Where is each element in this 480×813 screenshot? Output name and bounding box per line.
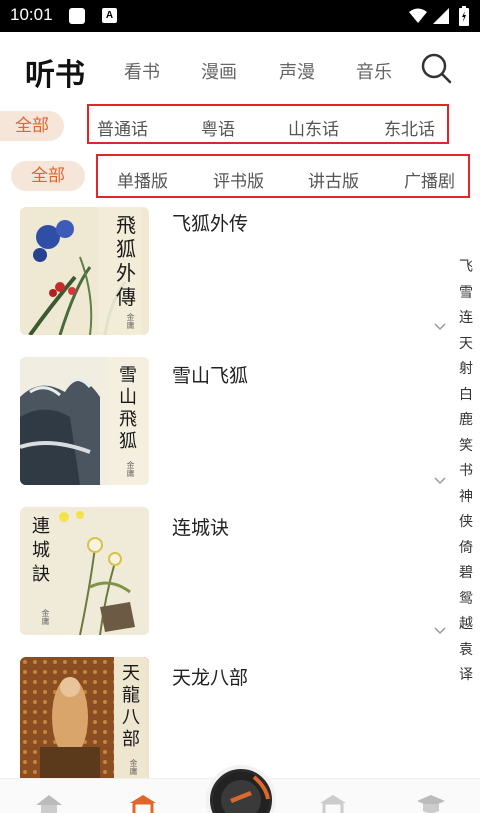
- vinyl-icon: [213, 772, 270, 813]
- chevron-down-icon[interactable]: [433, 321, 447, 331]
- home-pavilion-icon[interactable]: [34, 793, 64, 813]
- index-item[interactable]: 倚: [455, 536, 477, 562]
- tab-listen[interactable]: 听书: [25, 50, 85, 94]
- battery-icon: [459, 6, 469, 26]
- cover-signature: 金庸: [126, 461, 135, 477]
- cover-signature: 金庸: [126, 313, 135, 329]
- index-item[interactable]: 神: [455, 485, 477, 511]
- index-item[interactable]: 飞: [455, 255, 477, 281]
- language-filter: 全部 普通话 粤语 山东话 东北话: [0, 104, 480, 148]
- listen-shelf-icon[interactable]: [128, 793, 158, 813]
- book-cover[interactable]: 連城訣 金庸: [20, 507, 149, 635]
- library-icon[interactable]: [318, 793, 348, 813]
- search-icon[interactable]: [420, 52, 452, 84]
- cover-calligraphy: 雪山飛狐: [119, 365, 137, 452]
- book-cover[interactable]: 雪山飛狐 金庸: [20, 357, 149, 485]
- language-all-pill[interactable]: 全部: [0, 111, 64, 141]
- wifi-icon: [409, 8, 427, 23]
- notification-icon: [69, 8, 85, 24]
- index-item[interactable]: 侠: [455, 510, 477, 536]
- index-item[interactable]: 鸳: [455, 587, 477, 613]
- status-bar: 10:01 A: [0, 0, 480, 32]
- index-item[interactable]: 鹿: [455, 408, 477, 434]
- index-item[interactable]: 越: [455, 612, 477, 638]
- index-item[interactable]: 译: [455, 663, 477, 689]
- profile-graduation-icon[interactable]: [416, 793, 446, 813]
- book-cover[interactable]: 飛狐外傳 金庸: [20, 207, 149, 335]
- index-item[interactable]: 碧: [455, 561, 477, 587]
- status-time: 10:01: [10, 5, 53, 24]
- index-item[interactable]: 笑: [455, 434, 477, 460]
- edition-option-radio-drama[interactable]: 广播剧: [404, 167, 455, 192]
- index-item[interactable]: 白: [455, 383, 477, 409]
- cover-calligraphy: 連城訣: [32, 516, 50, 585]
- cover-calligraphy: 天龍八部: [122, 663, 140, 750]
- language-option-dongbei[interactable]: 东北话: [384, 115, 435, 140]
- language-option-shandong[interactable]: 山东话: [288, 115, 339, 140]
- chevron-down-icon[interactable]: [433, 475, 447, 485]
- index-item[interactable]: 袁: [455, 638, 477, 664]
- book-title[interactable]: 飞狐外传: [172, 209, 248, 236]
- index-item[interactable]: 连: [455, 306, 477, 332]
- tab-audio-comics[interactable]: 声漫: [279, 58, 315, 84]
- list-item[interactable]: 雪山飛狐 金庸 雪山飞狐: [0, 355, 450, 495]
- language-option-mandarin[interactable]: 普通话: [97, 115, 148, 140]
- index-item[interactable]: 雪: [455, 281, 477, 307]
- edition-filter: 全部 单播版 评书版 讲古版 广播剧: [0, 154, 480, 198]
- book-title[interactable]: 连城诀: [172, 513, 229, 540]
- language-option-cantonese[interactable]: 粤语: [201, 115, 235, 140]
- book-title[interactable]: 天龙八部: [172, 663, 248, 690]
- tab-comics[interactable]: 漫画: [201, 58, 237, 84]
- index-item[interactable]: 天: [455, 332, 477, 358]
- list-item[interactable]: 飛狐外傳 金庸 飞狐外传: [0, 205, 450, 345]
- cellular-icon: [433, 8, 449, 24]
- cover-signature: 金庸: [41, 609, 50, 625]
- alphabet-index[interactable]: 飞 雪 连 天 射 白 鹿 笑 书 神 侠 倚 碧 鸳 越 袁 译: [455, 255, 477, 689]
- list-item[interactable]: 連城訣 金庸 连城诀: [0, 505, 450, 645]
- edition-highlight-box: 单播版 评书版 讲古版 广播剧: [96, 154, 470, 198]
- cover-calligraphy: 飛狐外傳: [116, 213, 136, 309]
- language-highlight-box: 普通话 粤语 山东话 东北话: [87, 104, 449, 144]
- tab-music[interactable]: 音乐: [356, 58, 392, 84]
- edition-option-jianggu[interactable]: 讲古版: [308, 167, 359, 192]
- edition-option-solo[interactable]: 单播版: [117, 167, 168, 192]
- top-nav: 听书 看书 漫画 声漫 音乐: [0, 32, 480, 104]
- book-title[interactable]: 雪山飞狐: [172, 361, 248, 388]
- edition-all-pill[interactable]: 全部: [11, 161, 85, 191]
- cover-signature: 金庸: [129, 759, 138, 775]
- tab-read[interactable]: 看书: [124, 58, 160, 84]
- now-playing-disc[interactable]: [206, 765, 276, 813]
- index-item[interactable]: 射: [455, 357, 477, 383]
- chevron-down-icon[interactable]: [433, 625, 447, 635]
- index-item[interactable]: 书: [455, 459, 477, 485]
- notification-a-icon: A: [102, 8, 117, 23]
- edition-option-pingshu[interactable]: 评书版: [213, 167, 264, 192]
- book-cover[interactable]: 天龍八部 金庸: [20, 657, 149, 783]
